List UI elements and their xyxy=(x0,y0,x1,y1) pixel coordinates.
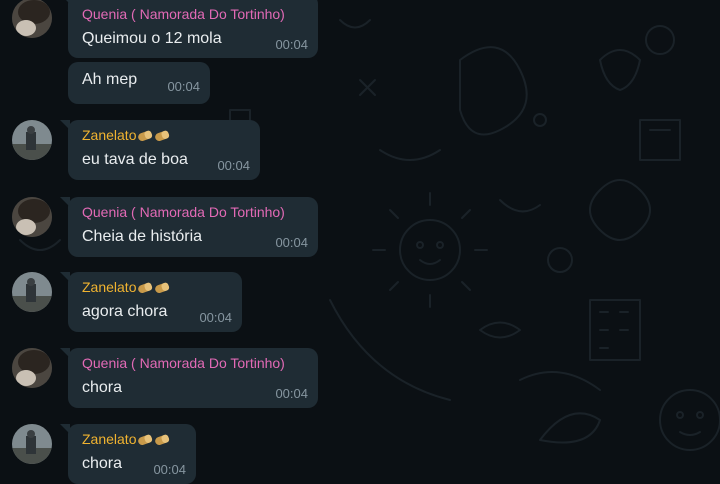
message-text: Ah mep xyxy=(82,71,138,88)
sender-name: Zanelato xyxy=(82,431,170,447)
avatar[interactable] xyxy=(12,120,52,160)
message-text: Queimou o 12 mola xyxy=(82,30,222,47)
avatar[interactable] xyxy=(12,272,52,312)
pill-icon xyxy=(138,130,153,142)
message-text: chora xyxy=(82,379,123,396)
sender-name: Quenia ( Namorada Do Tortinho) xyxy=(82,6,285,22)
sender-name: Zanelato xyxy=(82,279,170,295)
message-time: 00:04 xyxy=(275,235,308,250)
message-bubble[interactable]: Zanelato agora chora 00:04 xyxy=(60,272,242,332)
pill-icon xyxy=(138,282,153,294)
sender-name: Zanelato xyxy=(82,127,170,143)
message-text: eu tava de boa xyxy=(82,151,188,168)
message-time: 00:04 xyxy=(153,462,186,477)
message-time: 00:04 xyxy=(217,158,250,173)
avatar[interactable] xyxy=(12,424,52,464)
message-bubble[interactable]: Quenia ( Namorada Do Tortinho) Queimou o… xyxy=(60,0,318,58)
pill-icon xyxy=(155,282,170,294)
message-time: 00:04 xyxy=(275,386,308,401)
message-time: 00:04 xyxy=(167,79,200,94)
message-bubble[interactable]: Zanelato eu tava de boa 00:04 xyxy=(60,120,260,180)
avatar[interactable] xyxy=(12,348,52,388)
message-text: Cheia de história xyxy=(82,228,203,245)
avatar[interactable] xyxy=(12,197,52,237)
sender-name: Quenia ( Namorada Do Tortinho) xyxy=(82,355,285,371)
message-bubble[interactable]: Quenia ( Namorada Do Tortinho) Cheia de … xyxy=(60,197,318,257)
message-text: chora xyxy=(82,455,123,472)
message-time: 00:04 xyxy=(275,37,308,52)
message-time: 00:04 xyxy=(199,310,232,325)
pill-icon xyxy=(138,434,153,446)
message-bubble[interactable]: Zanelato chora 00:04 xyxy=(60,424,196,484)
sender-name: Quenia ( Namorada Do Tortinho) xyxy=(82,204,285,220)
pill-icon xyxy=(155,130,170,142)
message-bubble[interactable]: Ah mep 00:04 xyxy=(68,62,210,104)
message-text: agora chora xyxy=(82,303,168,320)
message-bubble[interactable]: Quenia ( Namorada Do Tortinho) chora 00:… xyxy=(60,348,318,408)
pill-icon xyxy=(155,434,170,446)
